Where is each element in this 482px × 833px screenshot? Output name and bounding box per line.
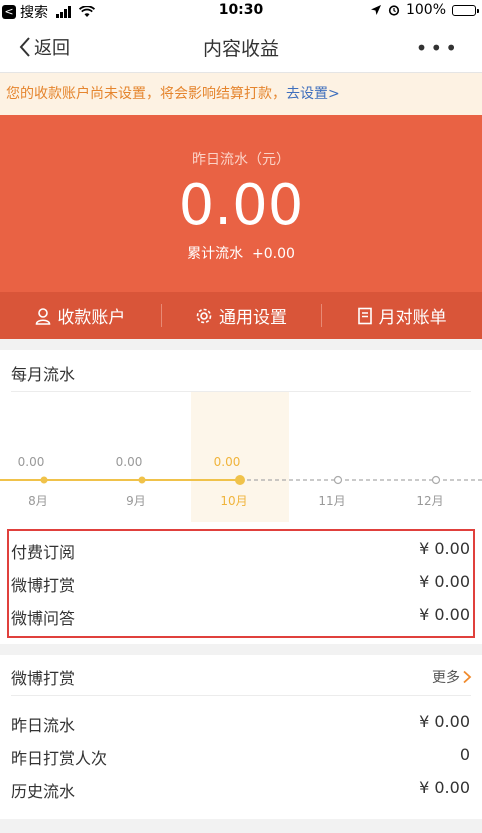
battery-percent: 100% bbox=[405, 2, 446, 18]
bill-icon bbox=[357, 307, 372, 324]
cumulative-value: +0.00 bbox=[252, 246, 295, 262]
tab-label: 通用设置 bbox=[219, 308, 287, 328]
tab-payment-account[interactable]: 收款账户 bbox=[0, 292, 161, 339]
notice-text: 您的收款账户尚未设置，将会影响结算打款， bbox=[6, 86, 286, 102]
weibo-tips-card: 微博打赏 更多 昨日流水 ¥ 0.00 昨日打赏人次 0 历史流水 ¥ 0.00 bbox=[0, 655, 482, 819]
income-row-subscription: 付费订阅 ¥ 0.00 bbox=[11, 539, 470, 563]
chart-tick-label: 12月 bbox=[416, 494, 443, 508]
tips-row-yesterday: 昨日流水 ¥ 0.00 bbox=[11, 712, 470, 736]
yesterday-earnings-amount: 0.00 bbox=[178, 173, 304, 238]
page-title: 内容收益 bbox=[202, 38, 279, 60]
more-label: 更多 bbox=[432, 670, 460, 686]
gear-icon bbox=[196, 308, 212, 323]
tab-label: 收款账户 bbox=[57, 308, 126, 328]
user-icon bbox=[36, 307, 51, 325]
chart-svg: 0.00 8月 0.00 9月 0.00 10月 11月 12月 bbox=[0, 455, 482, 508]
chart-data-label: 0.00 bbox=[18, 455, 45, 469]
income-row-tips: 微博打赏 ¥ 0.00 bbox=[11, 572, 470, 596]
cumulative-earnings: 累计流水 +0.00 bbox=[0, 243, 482, 263]
chart-data-label: 0.00 bbox=[214, 455, 241, 469]
income-value: ¥ 0.00 bbox=[419, 539, 470, 558]
income-label: 微博问答 bbox=[11, 609, 76, 628]
alarm-icon bbox=[388, 5, 400, 16]
tips-row-count: 昨日打赏人次 0 bbox=[11, 745, 470, 769]
row-label: 昨日打赏人次 bbox=[11, 749, 108, 768]
income-label: 微博打赏 bbox=[11, 576, 76, 595]
cumulative-label: 累计流水 bbox=[187, 246, 244, 262]
monthly-earnings-card: 每月流水 0.00 8月 0.00 9月 0.00 10月 11月 12月 付费订阅 ¥ 0.… bbox=[0, 350, 482, 644]
tab-general-settings[interactable]: 通用设置 bbox=[160, 292, 322, 339]
earnings-summary: 昨日流水（元） 0.00 累计流水 +0.00 bbox=[0, 115, 482, 292]
tab-label: 月对账单 bbox=[378, 308, 447, 328]
status-right: 100% bbox=[370, 2, 479, 18]
tab-monthly-statement[interactable]: 月对账单 bbox=[321, 292, 482, 339]
chart-point bbox=[138, 476, 146, 484]
more-options-button[interactable]: ••• bbox=[416, 36, 460, 60]
setup-link[interactable]: 去设置> bbox=[286, 86, 340, 102]
chart-tick-label: 8月 bbox=[28, 494, 48, 508]
income-row-qa: 微博问答 ¥ 0.00 bbox=[11, 605, 470, 629]
income-label: 付费订阅 bbox=[11, 543, 76, 562]
row-value: ¥ 0.00 bbox=[419, 712, 470, 731]
chart-point bbox=[40, 476, 48, 484]
more-link[interactable]: 更多 bbox=[432, 667, 472, 687]
action-tabs: 收款账户 通用设置 月对账单 bbox=[0, 292, 482, 339]
chart-point-future bbox=[431, 475, 441, 485]
status-bar: < 搜索 10:30 100% bbox=[0, 0, 482, 22]
row-label: 历史流水 bbox=[11, 782, 76, 801]
battery-icon bbox=[452, 4, 479, 16]
chart-data-label: 0.00 bbox=[116, 455, 143, 469]
location-arrow-icon bbox=[370, 5, 381, 15]
chart-tick-label: 10月 bbox=[220, 494, 247, 508]
nav-bar: 返回 内容收益 ••• bbox=[0, 22, 482, 73]
section-title: 微博打赏 bbox=[11, 669, 76, 688]
divider bbox=[11, 695, 471, 696]
section-title: 每月流水 bbox=[11, 365, 76, 384]
monthly-chart[interactable]: 0.00 8月 0.00 9月 0.00 10月 11月 12月 bbox=[0, 392, 482, 522]
chart-tick-label: 9月 bbox=[126, 494, 146, 508]
row-label: 昨日流水 bbox=[11, 716, 76, 735]
row-value: 0 bbox=[459, 745, 470, 764]
chart-point-future bbox=[333, 475, 343, 485]
chart-tick-label: 11月 bbox=[318, 494, 345, 508]
income-value: ¥ 0.00 bbox=[419, 605, 470, 624]
row-value: ¥ 0.00 bbox=[419, 778, 470, 797]
chart-point bbox=[235, 475, 245, 485]
income-value: ¥ 0.00 bbox=[419, 572, 470, 591]
tips-row-history: 历史流水 ¥ 0.00 bbox=[11, 778, 470, 802]
account-setup-notice: 您的收款账户尚未设置，将会影响结算打款，去设置> bbox=[0, 73, 482, 115]
yesterday-earnings-label: 昨日流水（元） bbox=[192, 152, 290, 168]
chevron-right-icon bbox=[463, 670, 472, 684]
